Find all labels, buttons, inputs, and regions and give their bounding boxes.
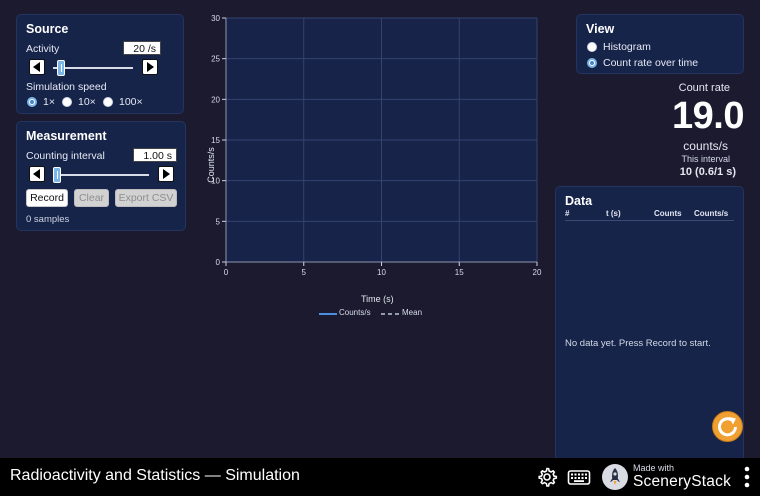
activity-label: Activity [26, 43, 60, 55]
y-tick-label: 30 [211, 14, 220, 23]
col-counts: Counts [654, 209, 682, 218]
chart-x-axis-label: Time (s) [361, 294, 394, 304]
x-tick-label: 5 [302, 268, 307, 277]
histogram-radio[interactable] [587, 42, 597, 52]
count-rate-unit: counts/s [683, 139, 728, 153]
x-tick-label: 10 [377, 268, 386, 277]
legend-mean-swatch [381, 313, 399, 315]
count-rate-option-label: Count rate over time [603, 57, 699, 69]
right-arrow-icon [163, 169, 170, 179]
y-tick-label: 25 [211, 55, 220, 64]
speed-label-1x: 1× [43, 96, 55, 108]
data-title: Data [565, 194, 593, 208]
speed-radio-10x[interactable] [62, 97, 72, 107]
interval-increase-button[interactable] [158, 166, 174, 182]
speed-label-10x: 10× [78, 96, 96, 108]
measurement-title: Measurement [26, 129, 107, 143]
activity-value: 20 /s [123, 41, 161, 55]
scenerystack-logo[interactable]: Made with SceneryStack [602, 462, 738, 492]
speed-radio-100x[interactable] [103, 97, 113, 107]
chart-legend: Counts/s Mean [319, 308, 439, 320]
rocket-badge [602, 464, 628, 490]
x-tick-label: 20 [533, 268, 542, 277]
histogram-label: Histogram [603, 41, 651, 53]
speed-radio-1x[interactable] [27, 97, 37, 107]
preferences-button[interactable] [536, 466, 558, 488]
empty-table-message: No data yet. Press Record to start. [565, 338, 711, 349]
speed-label-100x: 100× [119, 96, 143, 108]
col-time: t (s) [606, 209, 621, 218]
y-tick-label: 20 [211, 95, 220, 104]
made-with-label: Made with [633, 463, 675, 473]
keyboard-help-button[interactable] [567, 467, 591, 487]
x-tick-label: 0 [224, 268, 229, 277]
counting-interval-label: Counting interval [26, 150, 105, 162]
rate-chart: 0510152025300 5 10 15 20 [211, 14, 542, 277]
reset-all-button[interactable] [712, 411, 743, 442]
activity-slider-thumb[interactable] [57, 60, 66, 76]
legend-counts-label: Counts/s [339, 308, 371, 317]
sim-title: Radioactivity and Statistics — Simulatio… [10, 467, 300, 484]
table-divider [565, 220, 734, 221]
count-rate-value: 19.0 [672, 95, 744, 137]
interval-slider-thumb[interactable] [53, 167, 61, 183]
x-tick-label: 15 [455, 268, 464, 277]
left-arrow-icon [33, 169, 40, 179]
view-title: View [586, 22, 615, 36]
activity-increase-button[interactable] [142, 59, 158, 75]
activity-decrease-button[interactable] [29, 59, 45, 75]
phet-menu-button[interactable] [743, 466, 751, 488]
view-panel: View Histogram Count rate over time [576, 14, 744, 74]
rocket-icon [610, 468, 620, 485]
count-rate-readout: Count rate 19.0 counts/s This interval 1… [636, 82, 744, 182]
chart-y-axis-label: Counts/s [206, 147, 216, 183]
keyboard-icon [567, 470, 591, 485]
simulation-speed-label: Simulation speed [26, 81, 107, 93]
right-arrow-icon [147, 62, 154, 72]
samples-count: 0 samples [26, 214, 70, 225]
chart-area: 0 5 10 15 20 25 30 0 5 10 15 20 Time (s) Counts/s C… [196, 10, 546, 325]
interval-counts: 10 (0.6/1 s) [679, 166, 736, 178]
gear-icon [538, 467, 558, 487]
y-tick-label: 5 [216, 217, 221, 226]
reset-icon [718, 417, 737, 437]
export-csv-button[interactable]: Export CSV [115, 189, 177, 207]
source-title: Source [26, 22, 69, 36]
y-tick-label: 0 [216, 258, 221, 267]
kebab-menu-icon [744, 466, 750, 488]
record-button[interactable]: Record [26, 189, 68, 207]
count-rate-radio[interactable] [587, 58, 597, 68]
clear-button[interactable]: Clear [74, 189, 109, 207]
col-index: # [565, 209, 570, 218]
navigation-bar: Radioactivity and Statistics — Simulatio… [0, 458, 760, 496]
left-arrow-icon [33, 62, 40, 72]
brand-name: SceneryStack [633, 473, 732, 490]
source-panel: Source Activity 20 /s Simulation speed 1… [16, 14, 184, 114]
legend-counts-swatch [319, 313, 337, 315]
measurement-panel: Measurement Counting interval 1.00 s Rec… [16, 121, 186, 231]
col-counts-per-sec: Counts/s [694, 209, 729, 218]
interval-caption: This interval [681, 154, 730, 164]
legend-mean-label: Mean [402, 308, 423, 317]
counting-interval-value: 1.00 s [133, 148, 177, 162]
count-rate-label: Count rate [678, 82, 730, 94]
interval-decrease-button[interactable] [29, 166, 45, 182]
interval-slider-track[interactable] [53, 174, 149, 176]
